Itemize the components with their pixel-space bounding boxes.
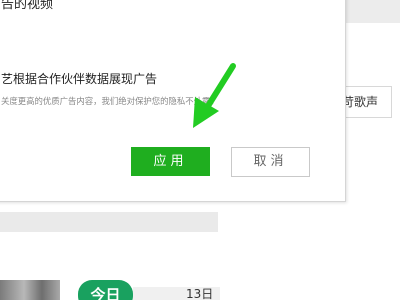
video-thumbnail[interactable] xyxy=(0,280,60,300)
background-gray-bar xyxy=(0,212,218,232)
today-badge: 今日 xyxy=(78,280,133,300)
dialog-title: 告的视频 xyxy=(1,0,54,12)
apply-button[interactable]: 应用 xyxy=(131,147,210,176)
background-top-strip xyxy=(345,0,400,23)
partner-ads-option-description: 关度更高的优质广告内容，我们绝对保护您的隐私不外露。 xyxy=(1,96,219,106)
cancel-button[interactable]: 取消 xyxy=(231,147,310,177)
date-label: 13日 xyxy=(186,287,214,300)
ad-settings-dialog: 告的视频 艺根据合作伙伴数据展现广告 关度更高的优质广告内容，我们绝对保护您的隐… xyxy=(0,0,346,202)
partner-ads-option-label[interactable]: 艺根据合作伙伴数据展现广告 xyxy=(1,70,157,87)
screen: 苛歌声 今日 13日 告的视频 艺根据合作伙伴数据展现广告 关度更高的优质广告内… xyxy=(0,0,400,300)
